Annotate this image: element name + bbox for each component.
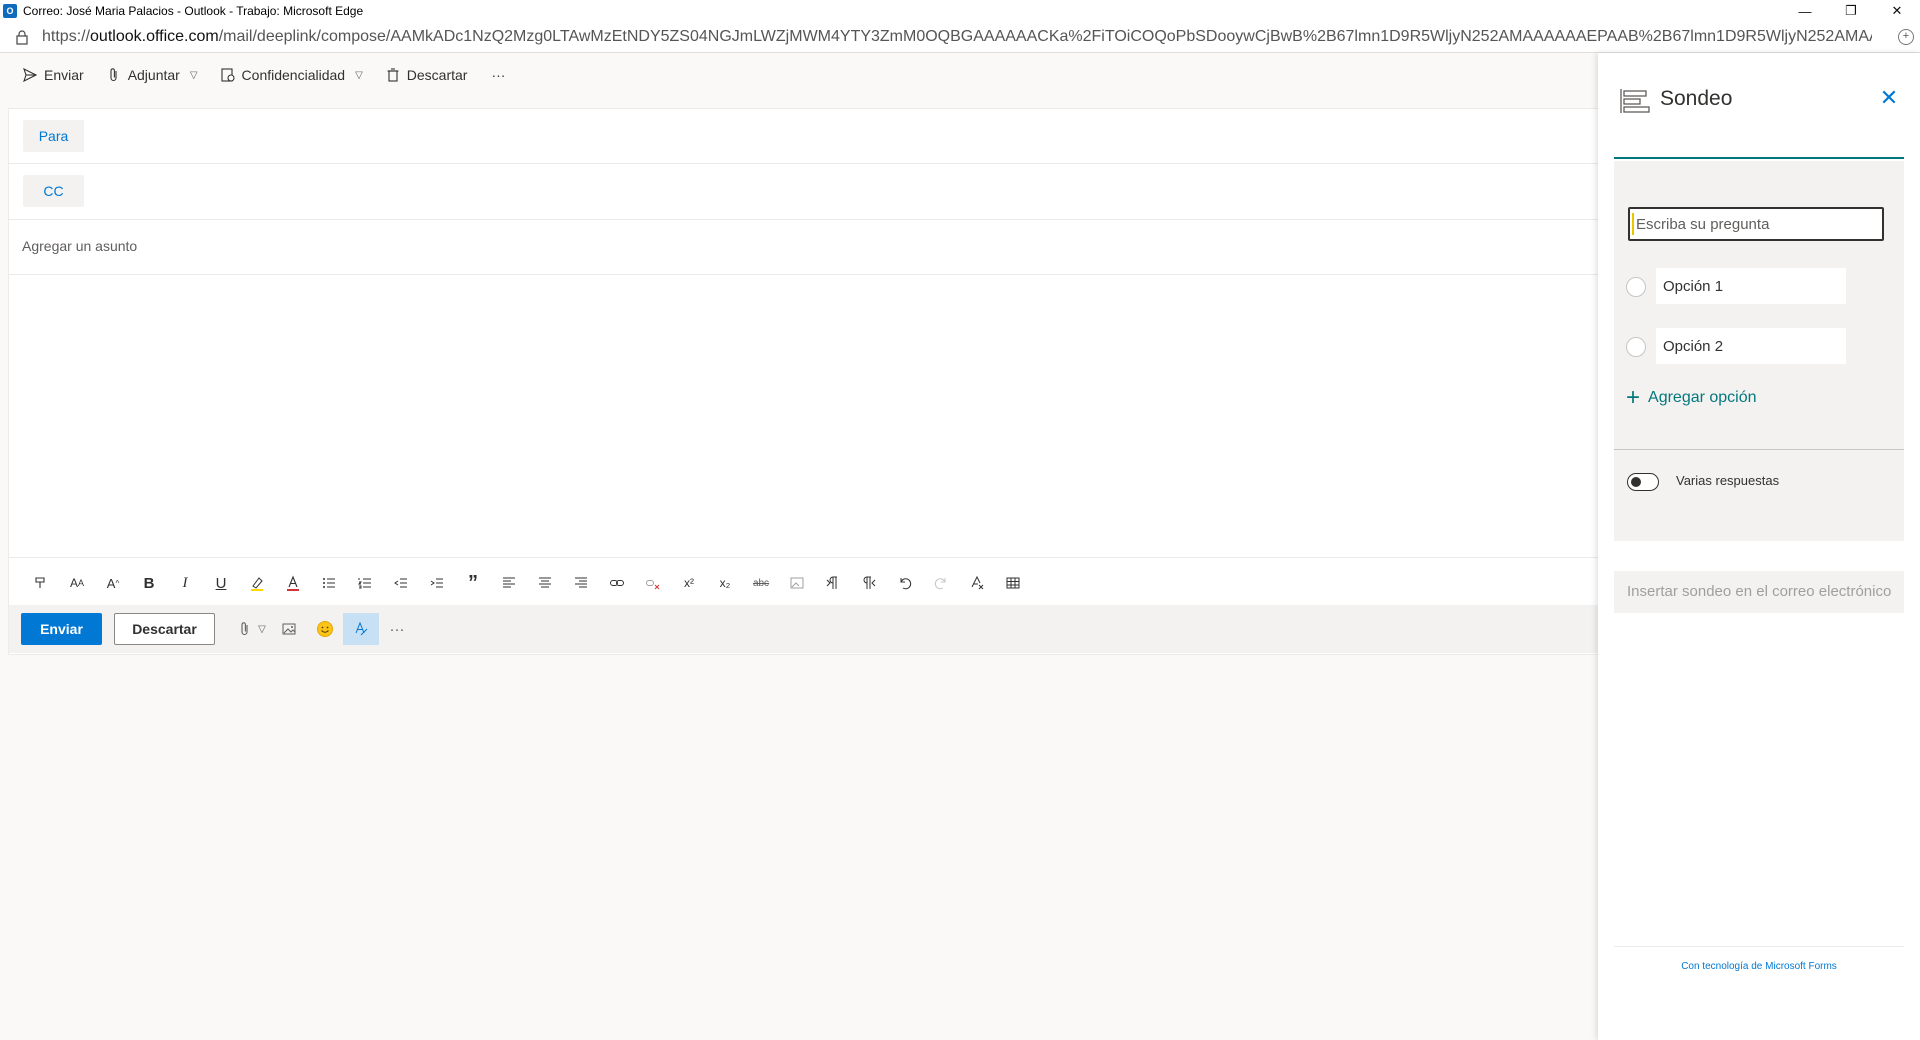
formatting-toolbar: AA A ^ B I U ” x² x₂ abc xyxy=(9,557,1599,608)
font-size-icon[interactable]: A ^ xyxy=(95,568,131,598)
multiple-answers-label: Varias respuestas xyxy=(1676,473,1780,488)
poll-title: Sondeo xyxy=(1660,87,1733,110)
insert-poll-button[interactable]: Insertar sondeo en el correo electrónico xyxy=(1614,571,1904,613)
minimize-button[interactable]: — xyxy=(1782,0,1828,22)
poll-panel: Sondeo ✕ + Agregar opción Varias respues… xyxy=(1598,53,1920,1040)
confidentiality-command-label: Confidencialidad xyxy=(241,67,346,83)
cc-button[interactable]: CC xyxy=(23,175,84,207)
option-1-radio[interactable] xyxy=(1626,277,1646,297)
send-command[interactable]: Enviar xyxy=(22,67,84,83)
paperclip-icon xyxy=(110,68,117,82)
url-prefix: https:// xyxy=(42,28,91,45)
poll-icon xyxy=(1620,89,1650,113)
ltr-icon[interactable] xyxy=(815,568,851,598)
url-path: /mail/deeplink/compose/AAMkADc1NzQ2Mzg0L… xyxy=(218,28,1872,45)
add-option-button[interactable]: + Agregar opción xyxy=(1626,384,1757,411)
attach-command[interactable]: Adjuntar ▽ xyxy=(106,67,198,83)
microsoft-forms-link[interactable]: Con tecnología de Microsoft Forms xyxy=(1614,961,1904,972)
url-host: outlook.office.com xyxy=(90,28,219,45)
align-left-icon[interactable] xyxy=(491,568,527,598)
discard-command[interactable]: Descartar xyxy=(385,67,468,83)
clear-formatting-icon[interactable] xyxy=(959,568,995,598)
poll-form: + Agregar opción Varias respuestas xyxy=(1614,161,1904,541)
subject-row[interactable]: Agregar un asunto xyxy=(9,220,1599,275)
close-icon[interactable]: ✕ xyxy=(1878,87,1900,109)
bold-button[interactable]: B xyxy=(131,568,167,598)
redo-icon[interactable] xyxy=(923,568,959,598)
header-underline xyxy=(1614,157,1904,159)
increase-indent-icon[interactable] xyxy=(419,568,455,598)
chevron-down-icon[interactable]: ▽ xyxy=(190,70,198,81)
confidentiality-icon xyxy=(220,68,235,82)
footer-divider xyxy=(1614,946,1904,947)
image-alt-icon[interactable] xyxy=(779,568,815,598)
remove-link-icon[interactable] xyxy=(635,568,671,598)
send-button[interactable]: Enviar xyxy=(21,613,102,645)
strikethrough-button[interactable]: abc xyxy=(743,568,779,598)
confidentiality-command[interactable]: Confidencialidad ▽ xyxy=(220,67,363,83)
close-window-button[interactable]: ✕ xyxy=(1874,0,1920,22)
more-options-button[interactable]: ··· xyxy=(379,613,415,645)
question-input[interactable] xyxy=(1628,207,1884,241)
multiple-answers-toggle[interactable] xyxy=(1627,473,1659,491)
trash-icon xyxy=(387,68,399,82)
compose-action-bar: Enviar Descartar ▽ ··· xyxy=(9,605,1599,653)
outlook-app-icon: O xyxy=(3,4,17,18)
option-2-input[interactable] xyxy=(1656,328,1846,364)
option-2-radio[interactable] xyxy=(1626,337,1646,357)
url-text[interactable]: https://outlook.office.com/mail/deeplink… xyxy=(42,28,1872,46)
chevron-down-icon[interactable]: ▽ xyxy=(253,613,271,645)
window-title: Correo: José Maria Palacios - Outlook - … xyxy=(23,4,364,18)
align-right-icon[interactable] xyxy=(563,568,599,598)
chevron-down-icon[interactable]: ▽ xyxy=(355,70,363,81)
window-titlebar: O Correo: José Maria Palacios - Outlook … xyxy=(0,0,1920,22)
editor-icon[interactable] xyxy=(343,613,379,645)
discard-button[interactable]: Descartar xyxy=(114,613,215,645)
more-commands-button[interactable]: ··· xyxy=(491,67,505,83)
compose-form: Para CC Agregar un asunto AA A ^ B I U ”… xyxy=(8,108,1600,655)
option-1-input[interactable] xyxy=(1656,268,1846,304)
plus-icon: + xyxy=(1626,384,1641,411)
to-row[interactable]: Para xyxy=(9,109,1599,164)
discard-command-label: Descartar xyxy=(406,67,468,83)
address-bar[interactable]: https://outlook.office.com/mail/deeplink… xyxy=(0,22,1920,53)
cc-row[interactable]: CC xyxy=(9,164,1599,220)
underline-button[interactable]: U xyxy=(203,568,239,598)
numbering-icon[interactable] xyxy=(347,568,383,598)
highlight-icon[interactable] xyxy=(239,568,275,598)
to-button[interactable]: Para xyxy=(23,120,84,152)
add-option-label: Agregar opción xyxy=(1648,389,1757,406)
decrease-indent-icon[interactable] xyxy=(383,568,419,598)
divider xyxy=(1614,449,1904,450)
toggle-knob xyxy=(1631,477,1641,487)
italic-button[interactable]: I xyxy=(167,568,203,598)
attach-command-label: Adjuntar xyxy=(127,67,180,83)
superscript-button[interactable]: x² xyxy=(671,568,707,598)
poll-header: Sondeo ✕ xyxy=(1598,53,1920,161)
insert-image-icon[interactable] xyxy=(271,613,307,645)
font-color-icon[interactable] xyxy=(275,568,311,598)
window-controls: — ❐ ✕ xyxy=(1782,0,1920,22)
emoji-icon[interactable] xyxy=(307,613,343,645)
send-icon xyxy=(23,67,38,83)
link-icon[interactable] xyxy=(599,568,635,598)
text-caret xyxy=(1632,213,1634,235)
bullets-icon[interactable] xyxy=(311,568,347,598)
font-icon[interactable]: AA xyxy=(59,568,95,598)
message-body[interactable] xyxy=(9,275,1599,557)
quote-icon[interactable]: ” xyxy=(455,568,491,598)
restore-button[interactable]: ❐ xyxy=(1828,0,1874,22)
more-icon: ··· xyxy=(491,67,506,83)
lock-icon xyxy=(16,30,28,45)
send-command-label: Enviar xyxy=(44,67,84,83)
add-favorite-icon[interactable]: + xyxy=(1898,29,1914,45)
format-painter-icon[interactable] xyxy=(23,568,59,598)
align-center-icon[interactable] xyxy=(527,568,563,598)
undo-icon[interactable] xyxy=(887,568,923,598)
subject-input[interactable]: Agregar un asunto xyxy=(22,238,137,254)
rtl-icon[interactable] xyxy=(851,568,887,598)
table-icon[interactable] xyxy=(995,568,1031,598)
subscript-button[interactable]: x₂ xyxy=(707,568,743,598)
command-bar: Enviar Adjuntar ▽ Confidencialidad ▽ Des… xyxy=(0,53,1598,97)
